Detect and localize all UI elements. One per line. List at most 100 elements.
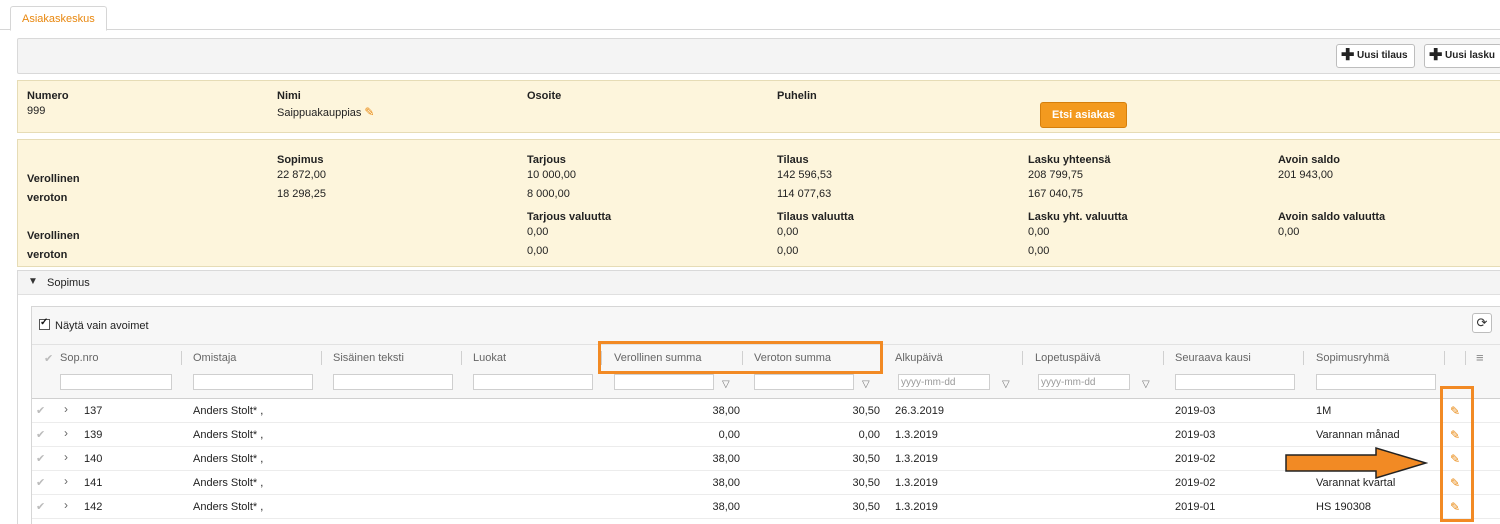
cell-taxed-sum: 0,00 <box>718 429 740 441</box>
sopimus-label: Sopimus <box>277 154 324 166</box>
tarjous-cur-label: Tarjous valuutta <box>527 211 612 223</box>
cell-start-date: 1.3.2019 <box>895 453 938 465</box>
row-check-icon[interactable]: ✔ <box>36 500 45 513</box>
filter-classes-input[interactable] <box>473 374 593 390</box>
chevron-down-icon: ▼ <box>28 276 38 287</box>
saldo-cur-taxed: 0,00 <box>1278 226 1300 238</box>
filter-next-period-input[interactable] <box>1175 374 1295 390</box>
col-classes[interactable]: Luokat <box>473 352 506 364</box>
cell-start-date: 1.3.2019 <box>895 477 938 489</box>
cell-sopnro: 137 <box>84 405 103 417</box>
col-end-date[interactable]: Lopetuspäivä <box>1035 352 1100 364</box>
col-separator <box>1303 351 1304 365</box>
cell-next-period: 2019-03 <box>1175 405 1216 417</box>
filter-funnel-icon[interactable]: ▽ <box>1002 379 1010 390</box>
lasku-cur-taxed: 0,00 <box>1028 226 1050 238</box>
contracts-grid: Näytä vain avoimet ⟳ ✔ Sop.nro Omistaja … <box>31 306 1500 524</box>
plus-icon: ✚ <box>1341 47 1355 64</box>
filter-end-date-input[interactable]: yyyy-mm-dd <box>1038 374 1130 390</box>
tab-asiakaskeskus[interactable]: Asiakaskeskus <box>10 6 107 31</box>
contracts-section-header[interactable]: ▼ Sopimus <box>18 271 1500 295</box>
lasku-label: Lasku yhteensä <box>1028 154 1111 166</box>
toolbar: ✚ Uusi tilaus ✚ Uusi lasku <box>17 38 1500 74</box>
cell-untaxed-sum: 30,50 <box>852 405 880 417</box>
customer-info-panel: Numero 999 Nimi Saippuakauppias ✎ Osoite … <box>17 80 1500 133</box>
only-open-checkbox[interactable] <box>39 317 50 330</box>
col-separator <box>1163 351 1164 365</box>
number-label: Numero <box>27 90 69 102</box>
table-row[interactable]: ✔ › 139 Anders Stolt* , 0,00 0,00 1.3.20… <box>32 423 1500 447</box>
tarjous-cur-taxed: 0,00 <box>527 226 549 238</box>
row-check-icon[interactable]: ✔ <box>36 428 45 441</box>
cell-taxed-sum: 38,00 <box>712 453 740 465</box>
saldo-taxed: 201 943,00 <box>1278 169 1334 181</box>
grid-toolbar: Näytä vain avoimet ⟳ <box>32 307 1500 345</box>
section-title: Sopimus <box>47 277 90 289</box>
new-invoice-button[interactable]: ✚ Uusi lasku <box>1424 44 1500 68</box>
col-next-period[interactable]: Seuraava kausi <box>1175 352 1251 364</box>
expand-icon[interactable]: › <box>64 450 68 464</box>
col-sopnro[interactable]: Sop.nro <box>60 352 99 364</box>
filter-sopnro-input[interactable] <box>60 374 172 390</box>
saldo-cur-label: Avoin saldo valuutta <box>1278 211 1386 223</box>
filter-funnel-icon[interactable]: ▽ <box>722 379 730 390</box>
table-row[interactable]: ✔ › 142 Anders Stolt* , 38,00 30,50 1.3.… <box>32 495 1500 519</box>
cell-next-period: 2019-01 <box>1175 501 1216 513</box>
tarjous-taxed: 10 000,00 <box>527 169 576 181</box>
cell-owner: Anders Stolt* , <box>193 405 264 417</box>
col-separator <box>1465 351 1466 365</box>
filter-funnel-icon[interactable]: ▽ <box>1142 379 1150 390</box>
tilaus-cur-label: Tilaus valuutta <box>777 211 854 223</box>
cell-start-date: 1.3.2019 <box>895 429 938 441</box>
tilaus-taxed: 142 596,53 <box>777 169 833 181</box>
col-separator <box>461 351 462 365</box>
col-separator <box>1444 351 1445 365</box>
search-customer-button[interactable]: Etsi asiakas <box>1040 102 1127 128</box>
sopimus-untaxed: 18 298,25 <box>277 188 326 200</box>
phone-label: Puhelin <box>777 90 817 102</box>
refresh-icon: ⟳ <box>1476 315 1488 330</box>
expand-icon[interactable]: › <box>64 498 68 512</box>
filter-owner-input[interactable] <box>193 374 313 390</box>
table-row[interactable]: ✔ › 141 Anders Stolt* , 38,00 30,50 1.3.… <box>32 471 1500 495</box>
col-separator <box>181 351 182 365</box>
expand-icon[interactable]: › <box>64 426 68 440</box>
date-placeholder: yyyy-mm-dd <box>901 377 956 388</box>
row-check-icon[interactable]: ✔ <box>36 476 45 489</box>
column-menu-icon[interactable]: ≡ <box>1476 350 1484 365</box>
col-start-date[interactable]: Alkupäivä <box>895 352 943 364</box>
row-label-taxed: Verollinen <box>27 173 80 185</box>
cell-owner: Anders Stolt* , <box>193 501 264 513</box>
filter-contract-group-input[interactable] <box>1316 374 1436 390</box>
filter-funnel-icon[interactable]: ▽ <box>862 379 870 390</box>
col-separator <box>1022 351 1023 365</box>
number-value: 999 <box>27 105 46 117</box>
row-check-icon[interactable]: ✔ <box>36 404 45 417</box>
new-order-button[interactable]: ✚ Uusi tilaus <box>1336 44 1415 68</box>
select-all-check-icon[interactable]: ✔ <box>44 352 53 365</box>
pencil-icon[interactable]: ✎ <box>364 105 374 119</box>
tarjous-label: Tarjous <box>527 154 566 166</box>
filter-internal-text-input[interactable] <box>333 374 453 390</box>
col-contract-group[interactable]: Sopimusryhmä <box>1316 352 1389 364</box>
annotation-arrow-icon <box>1285 446 1428 480</box>
table-row[interactable]: ✔ › 140 Anders Stolt* , 38,00 30,50 1.3.… <box>32 447 1500 471</box>
row-check-icon[interactable]: ✔ <box>36 452 45 465</box>
expand-icon[interactable]: › <box>64 402 68 416</box>
filter-row: ▽ ▽ yyyy-mm-dd ▽ yyyy-mm-dd ▽ <box>32 371 1500 399</box>
expand-icon[interactable]: › <box>64 474 68 488</box>
plus-icon: ✚ <box>1429 47 1443 64</box>
row-label-cur-taxed: Verollinen <box>27 230 80 242</box>
tilaus-untaxed: 114 077,63 <box>777 188 832 200</box>
tarjous-cur-untaxed: 0,00 <box>527 245 549 257</box>
cell-owner: Anders Stolt* , <box>193 429 264 441</box>
table-row[interactable]: ✔ › 137 Anders Stolt* , 38,00 30,50 26.3… <box>32 399 1500 423</box>
col-internal-text[interactable]: Sisäinen teksti <box>333 352 404 364</box>
refresh-button[interactable]: ⟳ <box>1472 313 1492 333</box>
cell-owner: Anders Stolt* , <box>193 477 264 489</box>
col-owner[interactable]: Omistaja <box>193 352 236 364</box>
filter-taxed-sum-input[interactable] <box>614 374 714 390</box>
filter-start-date-input[interactable]: yyyy-mm-dd <box>898 374 990 390</box>
saldo-label: Avoin saldo <box>1278 154 1340 166</box>
filter-untaxed-sum-input[interactable] <box>754 374 854 390</box>
